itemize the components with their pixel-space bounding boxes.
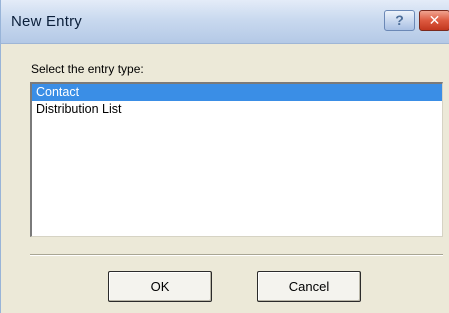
- entry-type-listbox[interactable]: Contact Distribution List: [30, 82, 443, 237]
- entry-type-label: Select the entry type:: [31, 62, 144, 76]
- new-entry-dialog: New Entry ? ✕ Select the entry type: Con…: [0, 0, 449, 313]
- close-icon: ✕: [428, 12, 441, 28]
- help-icon: ?: [395, 12, 404, 28]
- list-item-contact[interactable]: Contact: [32, 84, 442, 101]
- help-button[interactable]: ?: [384, 10, 415, 31]
- separator: [30, 254, 443, 256]
- cancel-button[interactable]: Cancel: [257, 271, 361, 302]
- ok-button[interactable]: OK: [108, 271, 212, 302]
- dialog-title: New Entry: [11, 13, 82, 30]
- close-button[interactable]: ✕: [419, 10, 449, 31]
- list-item-distribution-list[interactable]: Distribution List: [32, 101, 442, 118]
- title-bar[interactable]: New Entry ? ✕: [1, 0, 449, 44]
